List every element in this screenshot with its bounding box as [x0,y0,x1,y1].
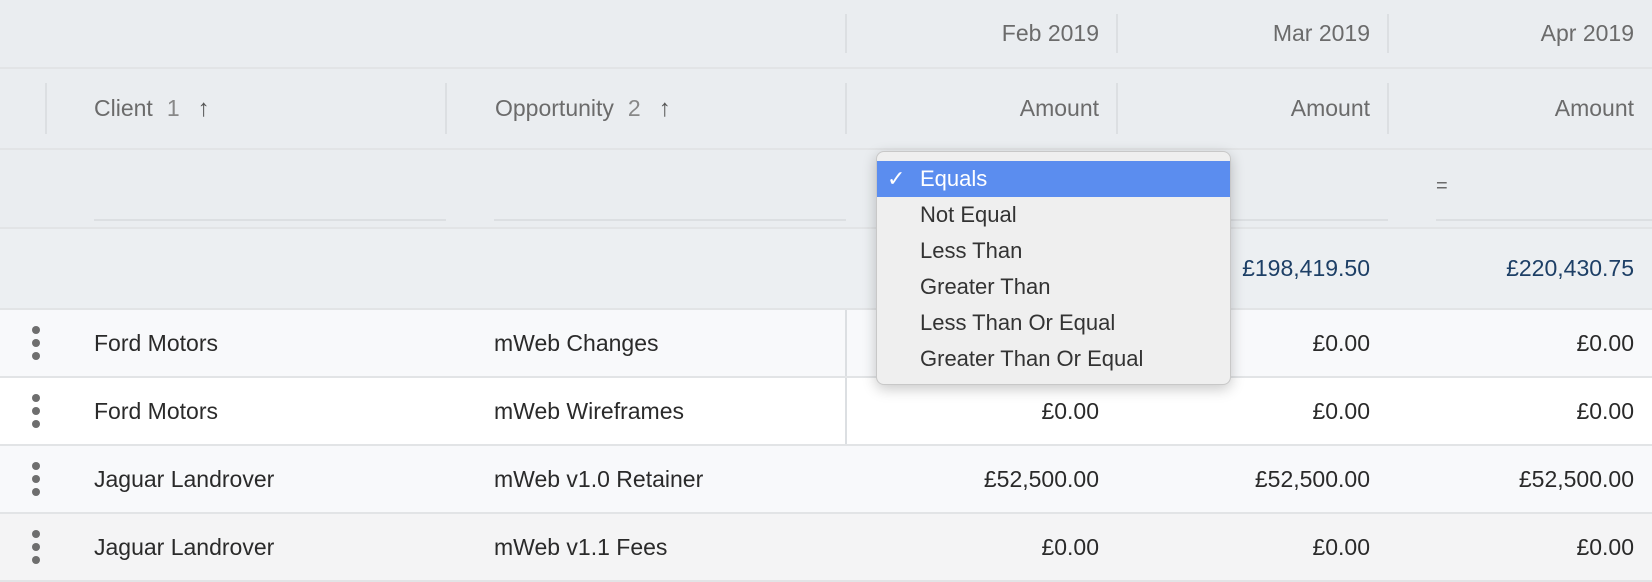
opportunity-filter-input[interactable] [494,219,846,221]
column-header-apr-amount[interactable]: Amount [1388,69,1652,148]
total-apr: £220,430.75 [1506,255,1634,281]
row-menu-icon[interactable] [32,394,40,428]
column-header-client[interactable]: Client 1 ↑ [46,69,447,148]
filter-row: = [0,150,1652,229]
option-less-than-or-equal[interactable]: Less Than Or Equal [877,305,1230,341]
totals-row: £198,419.50 £220,430.75 [0,229,1652,310]
client-cell: Ford Motors [94,329,218,356]
sort-ascending-icon[interactable]: ↑ [659,95,671,123]
opportunity-cell: mWeb v1.1 Fees [494,533,668,560]
filter-operator-dropdown[interactable]: ✓ Equals Not Equal Less Than Greater Than… [876,151,1231,385]
column-header-opportunity[interactable]: Opportunity 2 ↑ [447,69,846,148]
amount-feb: £0.00 [1041,533,1099,560]
table-row[interactable]: Jaguar Landrover mWeb v1.0 Retainer £52,… [0,446,1652,514]
amount-apr: £52,500.00 [1518,465,1634,492]
opportunity-cell: mWeb Changes [494,329,659,356]
amount-apr: £0.00 [1576,397,1634,424]
table-row[interactable]: Ford Motors mWeb Wireframes £0.00 £0.00 … [0,378,1652,446]
amount-mar: £52,500.00 [1254,465,1370,492]
table-row[interactable]: Ford Motors mWeb Changes £0.00 £0.00 [0,310,1652,378]
amount-apr: £0.00 [1576,533,1634,560]
column-header-row: Client 1 ↑ Opportunity 2 ↑ Amount Amount… [0,69,1652,150]
amount-feb: £52,500.00 [983,465,1099,492]
amount-apr: £0.00 [1576,329,1634,356]
option-not-equal[interactable]: Not Equal [877,197,1230,233]
option-greater-than-or-equal[interactable]: Greater Than Or Equal [877,341,1230,377]
client-cell: Jaguar Landrover [94,533,275,560]
sort-order: 1 [166,95,180,121]
row-menu-icon[interactable] [32,462,40,496]
option-greater-than[interactable]: Greater Than [877,269,1230,305]
opportunity-cell: mWeb v1.0 Retainer [494,465,704,492]
client-cell: Ford Motors [94,397,218,424]
table-row[interactable]: Jaguar Landrover mWeb v1.1 Fees £0.00 £0… [0,514,1652,582]
column-header-mar-amount[interactable]: Amount [1117,69,1388,148]
row-menu-icon[interactable] [32,530,40,564]
opportunity-label: Opportunity [495,95,614,121]
amount-feb: £0.00 [1041,397,1099,424]
apr-filter-input[interactable] [1436,219,1652,221]
option-less-than[interactable]: Less Than [877,233,1230,269]
option-label: Equals [920,166,988,191]
opportunity-cell: mWeb Wireframes [494,397,684,424]
checkmark-icon: ✓ [887,166,906,191]
client-label: Client [94,95,153,121]
client-filter-input[interactable] [94,219,446,221]
column-header-feb-amount[interactable]: Amount [846,69,1117,148]
apr-filter-operator[interactable]: = [1436,150,1476,222]
header-apr-2019: Apr 2019 [1540,20,1634,46]
option-equals[interactable]: ✓ Equals [877,161,1230,197]
row-menu-icon[interactable] [32,326,40,360]
amount-mar: £0.00 [1312,533,1370,560]
client-cell: Jaguar Landrover [94,465,275,492]
sort-ascending-icon[interactable]: ↑ [198,95,210,123]
amount-mar: £0.00 [1312,397,1370,424]
header-feb-2019: Feb 2019 [1001,20,1099,46]
header-mar-2019: Mar 2019 [1272,20,1370,46]
month-header-row: Feb 2019 Mar 2019 Apr 2019 [0,0,1652,69]
sort-order: 2 [627,95,641,121]
